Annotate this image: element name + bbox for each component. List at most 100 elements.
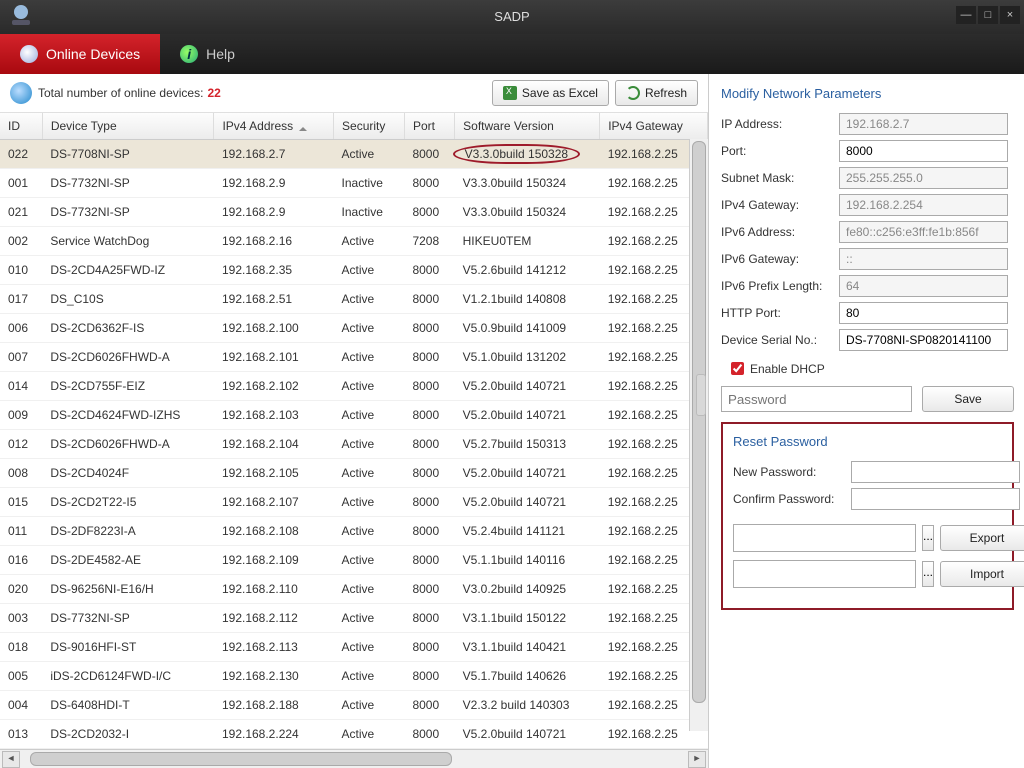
table-row[interactable]: 018DS-9016HFI-ST192.168.2.113Active8000V…: [0, 633, 708, 662]
count-icon: [10, 82, 32, 104]
pane-splitter[interactable]: [696, 374, 706, 416]
horizontal-scrollbar[interactable]: ◄ ►: [0, 749, 708, 768]
table-row[interactable]: 008DS-2CD4024F192.168.2.105Active8000V5.…: [0, 459, 708, 488]
table-cell: V1.2.1build 140808: [455, 285, 600, 314]
table-row[interactable]: 017DS_C10S192.168.2.51Active8000V1.2.1bu…: [0, 285, 708, 314]
ipv6-address-field[interactable]: [839, 221, 1008, 243]
scroll-right-icon[interactable]: ►: [688, 751, 706, 768]
table-cell: 8000: [404, 430, 454, 459]
column-header[interactable]: Device Type: [42, 113, 214, 140]
table-row[interactable]: 009DS-2CD4624FWD-IZHS192.168.2.103Active…: [0, 401, 708, 430]
title-bar: SADP — □ ×: [0, 0, 1024, 34]
column-header[interactable]: IPv4 Address: [214, 113, 334, 140]
minimize-button[interactable]: —: [956, 6, 976, 24]
column-header[interactable]: ID: [0, 113, 42, 140]
column-header[interactable]: Software Version: [455, 113, 600, 140]
table-cell: 013: [0, 720, 42, 749]
table-row[interactable]: 021DS-7732NI-SP192.168.2.9Inactive8000V3…: [0, 198, 708, 227]
table-row[interactable]: 016DS-2DE4582-AE192.168.2.109Active8000V…: [0, 546, 708, 575]
column-header[interactable]: Port: [404, 113, 454, 140]
table-row[interactable]: 007DS-2CD6026FHWD-A192.168.2.101Active80…: [0, 343, 708, 372]
table-row[interactable]: 002Service WatchDog192.168.2.16Active720…: [0, 227, 708, 256]
table-cell: 021: [0, 198, 42, 227]
table-row[interactable]: 014DS-2CD755F-EIZ192.168.2.102Active8000…: [0, 372, 708, 401]
import-browse-button[interactable]: ...: [922, 561, 934, 587]
maximize-button[interactable]: □: [978, 6, 998, 24]
table-cell: V5.1.7build 140626: [455, 662, 600, 691]
ipv6-prefix-field[interactable]: [839, 275, 1008, 297]
table-cell: 192.168.2.103: [214, 401, 334, 430]
http-port-field[interactable]: [839, 302, 1008, 324]
table-cell: Active: [334, 227, 405, 256]
vertical-scrollbar[interactable]: [689, 139, 708, 731]
close-button[interactable]: ×: [1000, 6, 1020, 24]
tab-online-devices[interactable]: Online Devices: [0, 34, 160, 74]
confirm-password-label: Confirm Password:: [733, 492, 851, 506]
refresh-button[interactable]: Refresh: [615, 80, 698, 106]
import-path-field[interactable]: [733, 560, 916, 588]
table-cell: DS-2CD6026FHWD-A: [42, 343, 214, 372]
table-cell: DS-2CD4024F: [42, 459, 214, 488]
column-header[interactable]: IPv4 Gateway: [600, 113, 708, 140]
table-cell: 8000: [404, 517, 454, 546]
ipv4-gateway-label: IPv4 Gateway:: [721, 198, 839, 212]
save-as-excel-button[interactable]: Save as Excel: [492, 80, 609, 106]
table-row[interactable]: 005iDS-2CD6124FWD-I/C192.168.2.130Active…: [0, 662, 708, 691]
table-cell: DS-6408HDI-T: [42, 691, 214, 720]
port-field[interactable]: [839, 140, 1008, 162]
table-row[interactable]: 015DS-2CD2T22-I5192.168.2.107Active8000V…: [0, 488, 708, 517]
admin-password-field[interactable]: [721, 386, 912, 412]
save-button[interactable]: Save: [922, 386, 1014, 412]
table-cell: 192.168.2.224: [214, 720, 334, 749]
device-table: IDDevice TypeIPv4 AddressSecurityPortSof…: [0, 113, 708, 749]
table-row[interactable]: 006DS-2CD6362F-IS192.168.2.100Active8000…: [0, 314, 708, 343]
serial-field[interactable]: [839, 329, 1008, 351]
column-header[interactable]: Security: [334, 113, 405, 140]
table-row[interactable]: 010DS-2CD4A25FWD-IZ192.168.2.35Active800…: [0, 256, 708, 285]
table-cell: Active: [334, 314, 405, 343]
table-row[interactable]: 011DS-2DF8223I-A192.168.2.108Active8000V…: [0, 517, 708, 546]
table-cell: 007: [0, 343, 42, 372]
table-cell: V3.3.0build 150324: [455, 169, 600, 198]
enable-dhcp-checkbox[interactable]: [731, 362, 744, 375]
table-cell: V5.1.0build 131202: [455, 343, 600, 372]
subnet-mask-field[interactable]: [839, 167, 1008, 189]
table-cell: DS-2CD6362F-IS: [42, 314, 214, 343]
table-cell: 016: [0, 546, 42, 575]
table-row[interactable]: 003DS-7732NI-SP192.168.2.112Active8000V3…: [0, 604, 708, 633]
device-table-wrapper[interactable]: IDDevice TypeIPv4 AddressSecurityPortSof…: [0, 113, 708, 749]
export-button[interactable]: Export: [940, 525, 1024, 551]
export-path-field[interactable]: [733, 524, 916, 552]
export-browse-button[interactable]: ...: [922, 525, 934, 551]
ip-address-field[interactable]: [839, 113, 1008, 135]
ipv6-gateway-field[interactable]: [839, 248, 1008, 270]
import-button[interactable]: Import: [940, 561, 1024, 587]
table-row[interactable]: 012DS-2CD6026FHWD-A192.168.2.104Active80…: [0, 430, 708, 459]
modify-params-title: Modify Network Parameters: [721, 86, 1014, 101]
table-cell: 192.168.2.104: [214, 430, 334, 459]
table-cell: 8000: [404, 343, 454, 372]
table-cell: Active: [334, 633, 405, 662]
table-cell: 192.168.2.110: [214, 575, 334, 604]
tab-help[interactable]: Help: [160, 34, 255, 74]
table-cell: 192.168.2.130: [214, 662, 334, 691]
table-cell: V5.2.0build 140721: [455, 459, 600, 488]
confirm-password-field[interactable]: [851, 488, 1020, 510]
table-cell: DS-2CD2T22-I5: [42, 488, 214, 517]
globe-icon: [20, 45, 38, 63]
new-password-field[interactable]: [851, 461, 1020, 483]
scroll-left-icon[interactable]: ◄: [2, 751, 20, 768]
device-count-label: Total number of online devices:: [38, 86, 203, 100]
table-row[interactable]: 001DS-7732NI-SP192.168.2.9Inactive8000V3…: [0, 169, 708, 198]
excel-icon: [503, 86, 517, 100]
new-password-label: New Password:: [733, 465, 851, 479]
table-cell: Active: [334, 285, 405, 314]
table-row[interactable]: 013DS-2CD2032-I192.168.2.224Active8000V5…: [0, 720, 708, 749]
table-row[interactable]: 004DS-6408HDI-T192.168.2.188Active8000V2…: [0, 691, 708, 720]
table-cell: 192.168.2.108: [214, 517, 334, 546]
ipv4-gateway-field[interactable]: [839, 194, 1008, 216]
table-row[interactable]: 022DS-7708NI-SP192.168.2.7Active8000V3.3…: [0, 140, 708, 169]
table-cell: 004: [0, 691, 42, 720]
table-cell: V3.0.2build 140925: [455, 575, 600, 604]
table-row[interactable]: 020DS-96256NI-E16/H192.168.2.110Active80…: [0, 575, 708, 604]
